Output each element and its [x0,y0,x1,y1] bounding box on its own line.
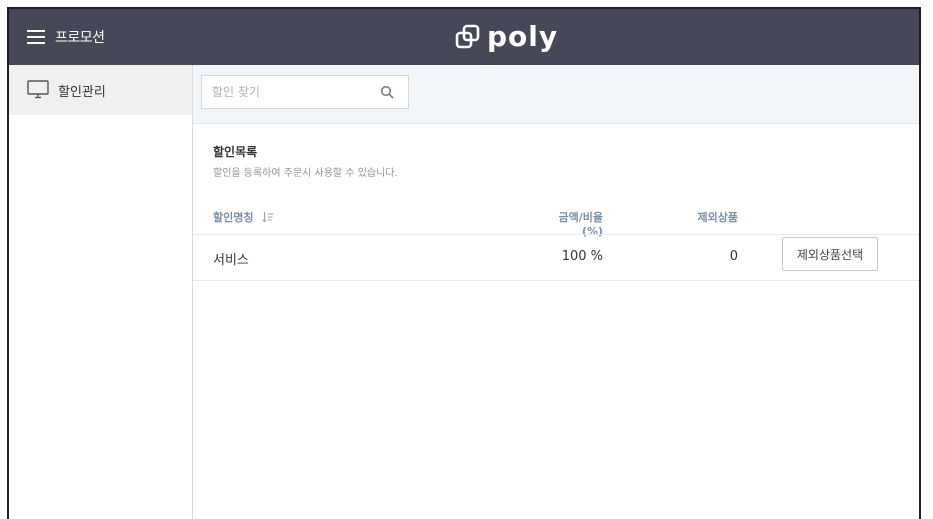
hamburger-menu-icon[interactable] [27,29,45,45]
monitor-icon [27,80,49,99]
divider [193,123,919,124]
table-row-divider [193,280,919,281]
menu-title: 프로모션 [55,30,105,46]
table-cell-name: 서비스 [213,253,249,268]
column-header-label: 할인명칭 [213,211,254,224]
search-bar-area [193,65,919,123]
table-cell-amount: 100 % [561,249,603,264]
main-content: 할인목록 할인을 등록하여 주문시 사용할 수 있습니다. 할인명칭 금액/비율… [193,65,919,519]
table-header-divider [193,234,919,235]
poly-logo-icon [455,24,480,49]
menu-button[interactable]: 프로모션 [27,25,105,49]
sidebar-item-label: 할인관리 [58,84,106,100]
select-excluded-products-button[interactable]: 제외상품선택 [782,237,878,271]
logo-text: poly [487,20,559,53]
section-description: 할인을 등록하여 주문시 사용할 수 있습니다. [213,168,398,179]
app-window: 프로모션 poly 할인관리 할인 찾기 할인목록 할인을 등록하여 주문시 사… [7,7,921,519]
search-box [201,75,409,109]
column-header-excluded: 제외상품 [697,211,738,224]
sort-icon[interactable] [262,211,274,223]
table-cell-excluded: 0 [729,249,738,264]
column-header-name[interactable]: 할인명칭 [213,209,274,225]
sidebar: 할인관리 [9,65,193,519]
section-title: 할인목록 [213,145,258,159]
poly-logo[interactable]: poly [455,21,558,53]
sidebar-item-discount-management[interactable]: 할인관리 [9,65,192,115]
search-icon[interactable] [380,85,394,99]
search-input[interactable] [210,84,374,100]
top-navigation-bar: 프로모션 poly [9,9,919,65]
